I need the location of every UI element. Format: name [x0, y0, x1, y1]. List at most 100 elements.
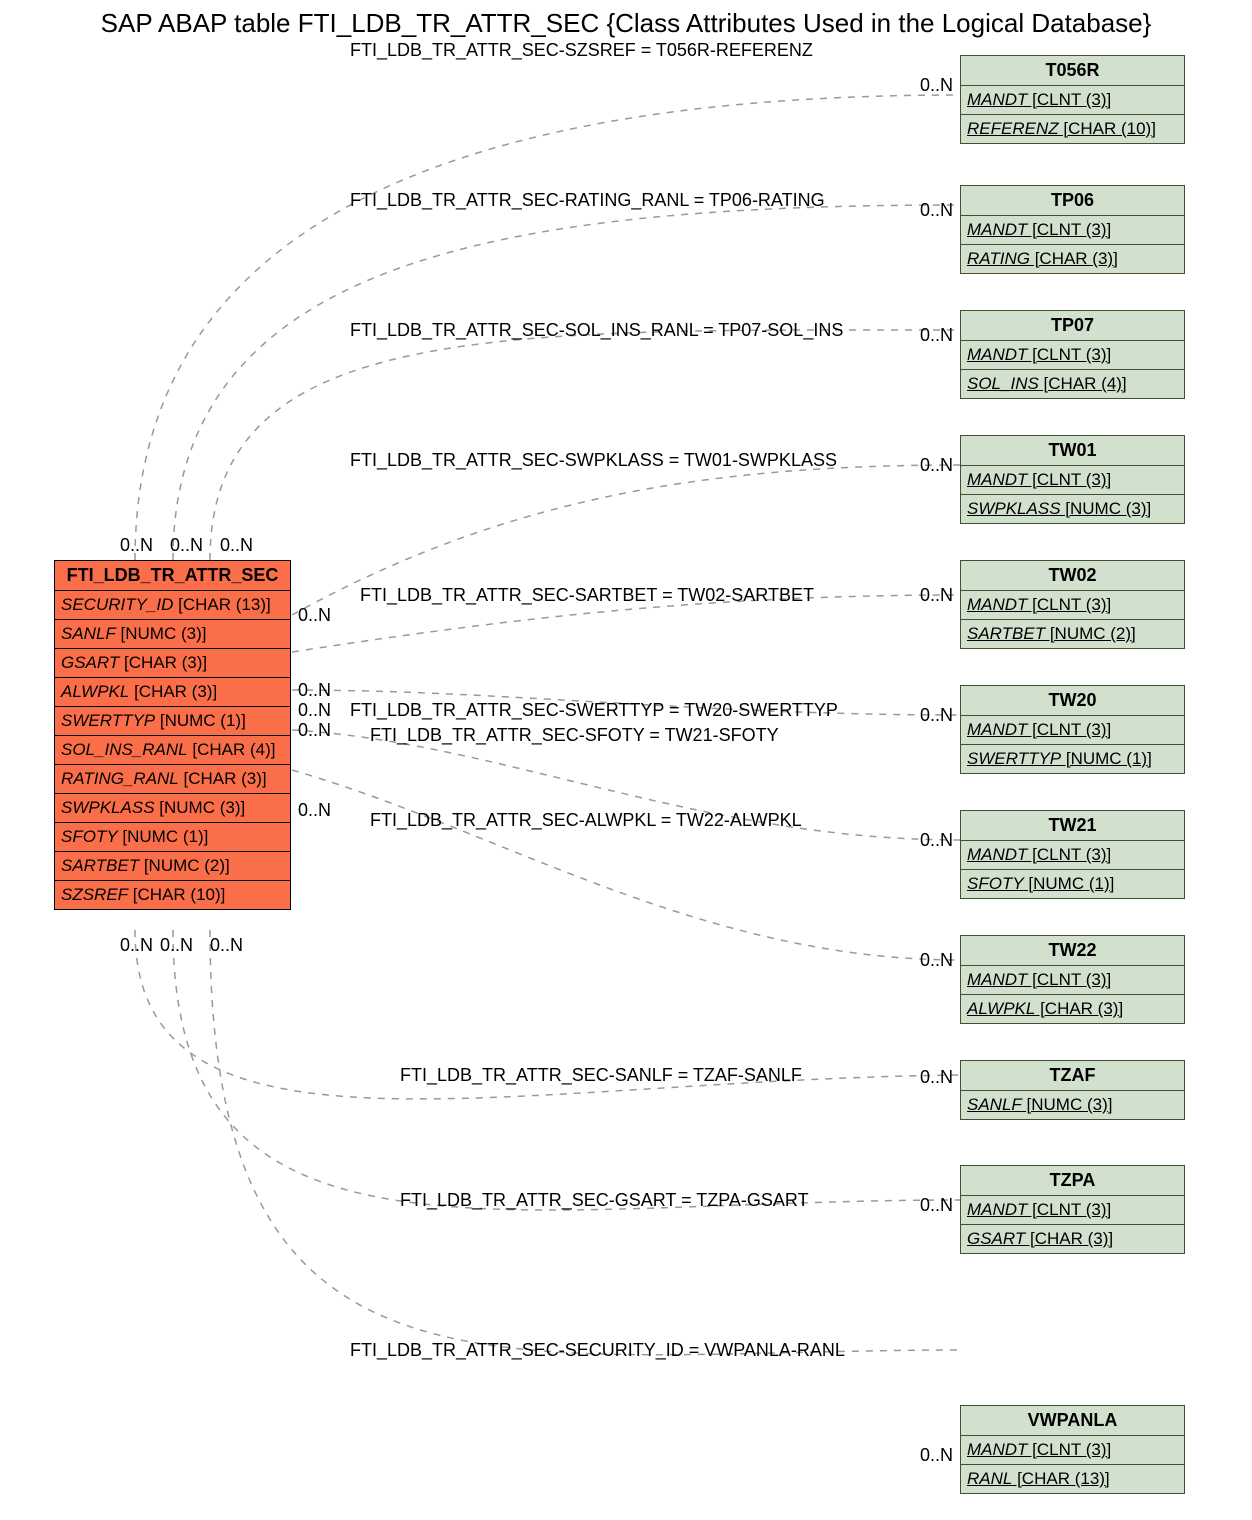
edge-label: FTI_LDB_TR_ATTR_SEC-SZSREF = T056R-REFER…: [350, 40, 813, 61]
ref-table-name: TW21: [961, 811, 1184, 841]
edge-cardinality: 0..N: [920, 1195, 953, 1216]
field-type: [NUMC (1)]: [1024, 874, 1115, 893]
edge-label: FTI_LDB_TR_ATTR_SEC-SOL_INS_RANL = TP07-…: [350, 320, 843, 341]
ref-table: TW02MANDT [CLNT (3)]SARTBET [NUMC (2)]: [960, 560, 1185, 649]
field-type: [CLNT (3)]: [1027, 1200, 1111, 1219]
field-name: SFOTY: [967, 874, 1024, 893]
field-name: MANDT: [967, 1200, 1027, 1219]
edge-label: FTI_LDB_TR_ATTR_SEC-ALWPKL = TW22-ALWPKL: [370, 810, 802, 831]
ref-field-row: MANDT [CLNT (3)]: [961, 216, 1184, 245]
main-table: FTI_LDB_TR_ATTR_SEC SECURITY_ID [CHAR (1…: [54, 560, 291, 910]
field-type: [NUMC (1)]: [155, 711, 246, 730]
edge-cardinality: 0..N: [920, 325, 953, 346]
field-type: [CLNT (3)]: [1027, 90, 1111, 109]
field-name: RATING_RANL: [61, 769, 179, 788]
edge-label: FTI_LDB_TR_ATTR_SEC-SWERTTYP = TW20-SWER…: [350, 700, 838, 721]
ref-field-row: MANDT [CLNT (3)]: [961, 716, 1184, 745]
edge-cardinality: 0..N: [920, 585, 953, 606]
field-type: [CHAR (13)]: [1012, 1469, 1109, 1488]
ref-table-name: VWPANLA: [961, 1406, 1184, 1436]
field-name: MANDT: [967, 1440, 1027, 1459]
ref-table: TP07MANDT [CLNT (3)]SOL_INS [CHAR (4)]: [960, 310, 1185, 399]
ref-table-name: TW20: [961, 686, 1184, 716]
field-type: [CLNT (3)]: [1027, 845, 1111, 864]
field-name: SECURITY_ID: [61, 595, 173, 614]
ref-field-row: GSART [CHAR (3)]: [961, 1225, 1184, 1253]
field-type: [CHAR (3)]: [119, 653, 207, 672]
field-name: MANDT: [967, 90, 1027, 109]
ref-field-row: RATING [CHAR (3)]: [961, 245, 1184, 273]
field-name: GSART: [967, 1229, 1025, 1248]
field-name: SWERTTYP: [61, 711, 155, 730]
ref-table: TW01MANDT [CLNT (3)]SWPKLASS [NUMC (3)]: [960, 435, 1185, 524]
edge-label: FTI_LDB_TR_ATTR_SEC-SWPKLASS = TW01-SWPK…: [350, 450, 837, 471]
src-card-right-0: 0..N: [298, 605, 331, 626]
main-field-row: ALWPKL [CHAR (3)]: [55, 678, 290, 707]
ref-field-row: MANDT [CLNT (3)]: [961, 341, 1184, 370]
field-name: SANLF: [967, 1095, 1022, 1114]
ref-field-row: SOL_INS [CHAR (4)]: [961, 370, 1184, 398]
ref-field-row: MANDT [CLNT (3)]: [961, 591, 1184, 620]
edge-cardinality: 0..N: [920, 200, 953, 221]
src-card-bot-2: 0..N: [210, 935, 243, 956]
edge-label: FTI_LDB_TR_ATTR_SEC-SECURITY_ID = VWPANL…: [350, 1340, 845, 1361]
field-type: [CHAR (10)]: [1059, 119, 1156, 138]
field-type: [CLNT (3)]: [1027, 470, 1111, 489]
ref-table: TW22MANDT [CLNT (3)]ALWPKL [CHAR (3)]: [960, 935, 1185, 1024]
field-type: [CHAR (4)]: [188, 740, 276, 759]
field-type: [CLNT (3)]: [1027, 970, 1111, 989]
field-type: [CHAR (3)]: [129, 682, 217, 701]
edge-label: FTI_LDB_TR_ATTR_SEC-GSART = TZPA-GSART: [400, 1190, 809, 1211]
field-name: MANDT: [967, 970, 1027, 989]
src-card-top-1: 0..N: [170, 535, 203, 556]
main-table-name: FTI_LDB_TR_ATTR_SEC: [55, 561, 290, 591]
field-name: REFERENZ: [967, 119, 1059, 138]
field-name: GSART: [61, 653, 119, 672]
ref-table-name: TP06: [961, 186, 1184, 216]
field-type: [CHAR (13)]: [173, 595, 270, 614]
main-field-row: GSART [CHAR (3)]: [55, 649, 290, 678]
field-name: SFOTY: [61, 827, 118, 846]
ref-field-row: SWERTTYP [NUMC (1)]: [961, 745, 1184, 773]
main-field-row: SECURITY_ID [CHAR (13)]: [55, 591, 290, 620]
field-type: [CHAR (3)]: [179, 769, 267, 788]
field-type: [NUMC (2)]: [139, 856, 230, 875]
ref-table-name: TZPA: [961, 1166, 1184, 1196]
field-name: RATING: [967, 249, 1030, 268]
field-type: [CHAR (10)]: [128, 885, 225, 904]
ref-table: TP06MANDT [CLNT (3)]RATING [CHAR (3)]: [960, 185, 1185, 274]
ref-field-row: MANDT [CLNT (3)]: [961, 841, 1184, 870]
ref-field-row: SFOTY [NUMC (1)]: [961, 870, 1184, 898]
field-name: SOL_INS: [967, 374, 1039, 393]
main-field-row: SZSREF [CHAR (10)]: [55, 881, 290, 909]
field-type: [NUMC (3)]: [1061, 499, 1152, 518]
field-name: SARTBET: [967, 624, 1045, 643]
field-type: [NUMC (2)]: [1045, 624, 1136, 643]
src-card-top-2: 0..N: [220, 535, 253, 556]
field-type: [CLNT (3)]: [1027, 720, 1111, 739]
main-field-row: SWPKLASS [NUMC (3)]: [55, 794, 290, 823]
field-type: [CLNT (3)]: [1027, 220, 1111, 239]
ref-table-name: TZAF: [961, 1061, 1184, 1091]
src-card-top-0: 0..N: [120, 535, 153, 556]
field-type: [NUMC (1)]: [118, 827, 209, 846]
edge-cardinality: 0..N: [920, 75, 953, 96]
edge-cardinality: 0..N: [920, 950, 953, 971]
ref-field-row: SARTBET [NUMC (2)]: [961, 620, 1184, 648]
field-type: [CHAR (3)]: [1035, 999, 1123, 1018]
edge-cardinality: 0..N: [920, 1067, 953, 1088]
ref-table-name: TP07: [961, 311, 1184, 341]
ref-field-row: ALWPKL [CHAR (3)]: [961, 995, 1184, 1023]
ref-table: TW20MANDT [CLNT (3)]SWERTTYP [NUMC (1)]: [960, 685, 1185, 774]
ref-table: TZPA MANDT [CLNT (3)] GSART [CHAR (3)]: [960, 1165, 1185, 1254]
field-name: MANDT: [967, 720, 1027, 739]
ref-table: T056RMANDT [CLNT (3)]REFERENZ [CHAR (10)…: [960, 55, 1185, 144]
ref-field-row: MANDT [CLNT (3)]: [961, 966, 1184, 995]
edge-cardinality: 0..N: [920, 830, 953, 851]
field-name: SWPKLASS: [967, 499, 1061, 518]
field-name: MANDT: [967, 345, 1027, 364]
edge-cardinality: 0..N: [920, 705, 953, 726]
main-field-row: SANLF [NUMC (3)]: [55, 620, 290, 649]
ref-field-row: REFERENZ [CHAR (10)]: [961, 115, 1184, 143]
ref-field-row: MANDT [CLNT (3)]: [961, 466, 1184, 495]
